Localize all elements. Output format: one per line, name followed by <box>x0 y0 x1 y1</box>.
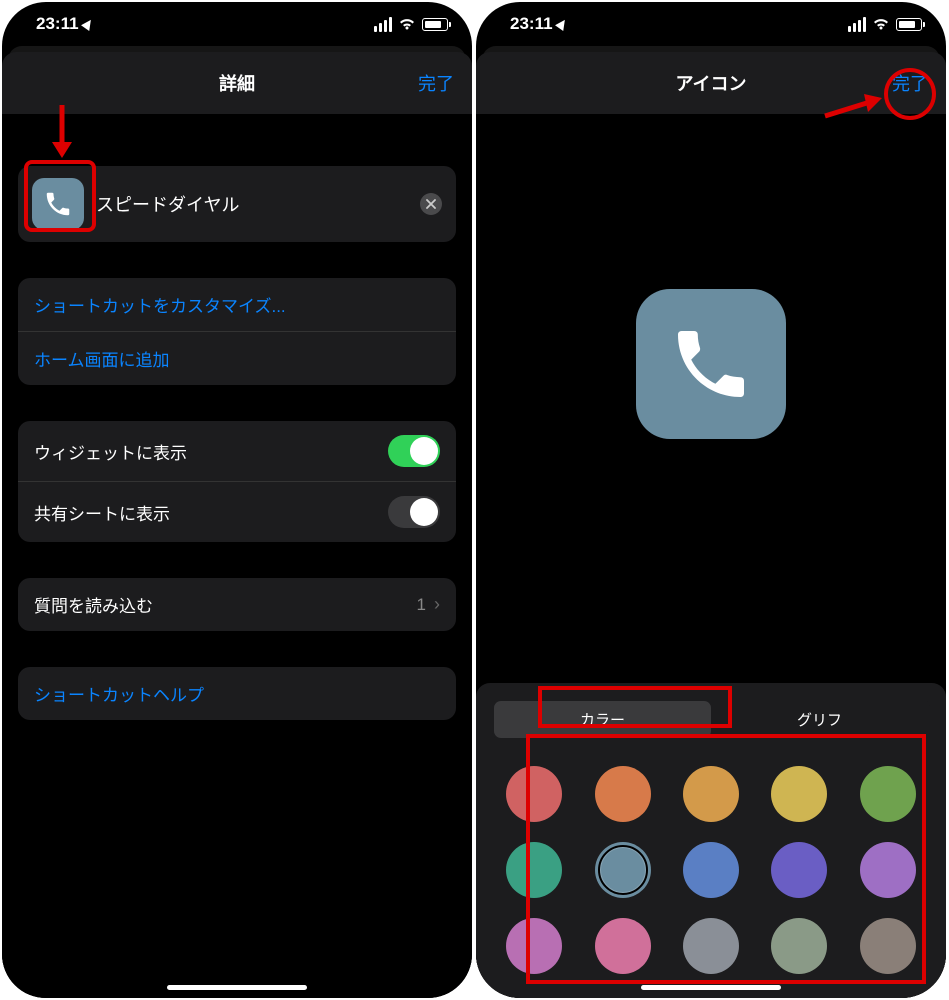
wifi-icon <box>398 17 416 31</box>
phone-detail-screen: 23:11 詳細 完了 <box>2 2 472 998</box>
phone-icon-screen: 23:11 アイコン 完了 カラー グリフ <box>476 2 946 998</box>
color-swatch-11[interactable] <box>595 918 651 974</box>
color-swatch-14[interactable] <box>860 918 916 974</box>
color-swatch-5[interactable] <box>506 842 562 898</box>
done-button[interactable]: 完了 <box>418 70 454 96</box>
signal-icon <box>374 17 392 32</box>
add-to-home-row[interactable]: ホーム画面に追加 <box>18 332 456 385</box>
done-button[interactable]: 完了 <box>892 70 928 96</box>
battery-icon <box>422 18 448 31</box>
share-toggle[interactable] <box>388 496 440 528</box>
icon-preview-tile <box>636 289 786 439</box>
color-swatch-7[interactable] <box>683 842 739 898</box>
widget-toggle[interactable] <box>388 435 440 467</box>
picker-panel: カラー グリフ <box>476 683 946 998</box>
signal-icon <box>848 17 866 32</box>
status-time: 23:11 <box>510 14 553 34</box>
chevron-right-icon: › <box>434 594 440 615</box>
color-swatch-1[interactable] <box>595 766 651 822</box>
battery-icon <box>896 18 922 31</box>
color-swatch-10[interactable] <box>506 918 562 974</box>
color-swatch-9[interactable] <box>860 842 916 898</box>
status-bar: 23:11 <box>476 2 946 40</box>
color-swatch-12[interactable] <box>683 918 739 974</box>
color-grid <box>476 748 946 998</box>
color-swatch-6[interactable] <box>595 842 651 898</box>
nav-title: アイコン <box>675 70 746 96</box>
status-time: 23:11 <box>36 14 79 34</box>
detail-sheet: 詳細 完了 ショートカットをカスタマイズ... <box>2 52 472 998</box>
segment-control: カラー グリフ <box>492 699 930 740</box>
import-questions-row[interactable]: 質問を読み込む 1 › <box>18 578 456 631</box>
navbar: アイコン 完了 <box>476 58 946 108</box>
status-bar: 23:11 <box>2 2 472 40</box>
icon-sheet: アイコン 完了 カラー グリフ <box>476 52 946 998</box>
home-indicator[interactable] <box>641 985 781 990</box>
shortcut-icon-button[interactable] <box>32 178 84 230</box>
segment-color[interactable]: カラー <box>494 701 711 738</box>
wifi-icon <box>872 17 890 31</box>
color-swatch-0[interactable] <box>506 766 562 822</box>
shortcut-name-input[interactable] <box>96 194 420 215</box>
icon-preview <box>476 114 946 614</box>
color-swatch-8[interactable] <box>771 842 827 898</box>
close-icon <box>426 199 436 209</box>
navbar: 詳細 完了 <box>2 58 472 108</box>
show-in-widget-row: ウィジェットに表示 <box>18 421 456 482</box>
nav-title: 詳細 <box>219 70 255 96</box>
home-indicator[interactable] <box>167 985 307 990</box>
color-swatch-2[interactable] <box>683 766 739 822</box>
show-in-share-row: 共有シートに表示 <box>18 482 456 542</box>
shortcut-help-row[interactable]: ショートカットヘルプ <box>18 667 456 720</box>
color-swatch-3[interactable] <box>771 766 827 822</box>
color-swatch-13[interactable] <box>771 918 827 974</box>
segment-glyph[interactable]: グリフ <box>711 701 928 738</box>
clear-name-button[interactable] <box>420 193 442 215</box>
location-icon <box>81 17 95 31</box>
customize-shortcut-row[interactable]: ショートカットをカスタマイズ... <box>18 278 456 332</box>
location-icon <box>555 17 569 31</box>
phone-icon <box>43 189 73 219</box>
phone-icon <box>667 320 755 408</box>
color-swatch-4[interactable] <box>860 766 916 822</box>
